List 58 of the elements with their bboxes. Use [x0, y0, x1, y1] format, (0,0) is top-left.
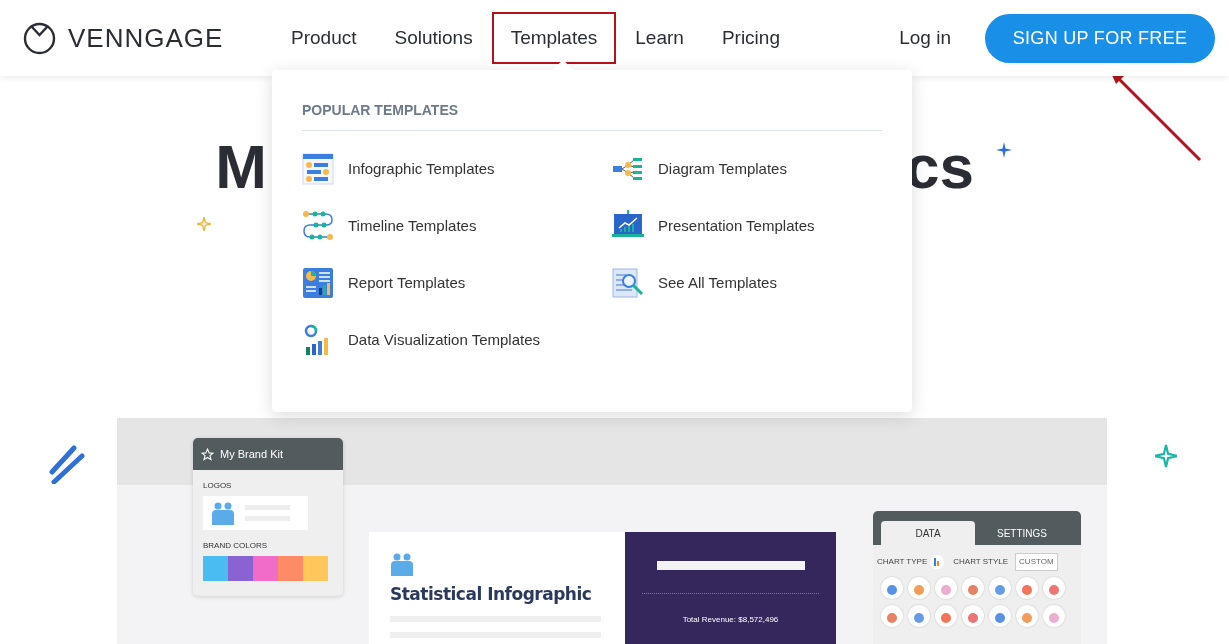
- search-icon: [612, 267, 644, 299]
- color-swatch[interactable]: [228, 556, 253, 581]
- custom-button[interactable]: CUSTOM: [1015, 553, 1058, 571]
- menu-heading: POPULAR TEMPLATES: [302, 100, 882, 131]
- menu-item[interactable]: Presentation Templates: [612, 210, 882, 242]
- nav-link[interactable]: Product: [272, 11, 376, 65]
- panel-title: My Brand Kit: [220, 446, 283, 462]
- document-title: Statistical Infographic: [389, 583, 593, 606]
- chart-style-icon[interactable]: [962, 577, 984, 599]
- menu-item[interactable]: Timeline Templates: [302, 210, 612, 242]
- star-icon: [201, 447, 214, 461]
- chart-style-icon[interactable]: [935, 605, 957, 627]
- menu-item[interactable]: Diagram Templates: [612, 153, 882, 185]
- color-swatch[interactable]: [278, 556, 303, 581]
- color-swatch[interactable]: [203, 556, 228, 581]
- sparkle-icon: [197, 217, 211, 231]
- menu-item[interactable]: Data Visualization Templates: [302, 324, 612, 356]
- revenue-text: Total Revenue: $8,572,496: [681, 614, 780, 626]
- stroke-lines-icon: [48, 442, 86, 484]
- chart-style-icon[interactable]: [1016, 605, 1038, 627]
- hero-title: M: [215, 136, 267, 198]
- logo-icon[interactable]: [23, 21, 56, 55]
- report-icon: [302, 267, 334, 299]
- chart-style-icon[interactable]: [989, 605, 1011, 627]
- chart-style-icon[interactable]: [881, 577, 903, 599]
- chart-style-icon[interactable]: [962, 605, 984, 627]
- people-icon: [211, 501, 235, 525]
- section-label: LOGOS: [202, 480, 233, 492]
- nav-link[interactable]: Solutions: [375, 11, 492, 65]
- menu-item[interactable]: Report Templates: [302, 267, 612, 299]
- chart-style-icon[interactable]: [1043, 577, 1065, 599]
- panel-tab[interactable]: SETTINGS: [975, 521, 1069, 545]
- sparkle-icon: [1155, 444, 1177, 468]
- chart-style-icon[interactable]: [908, 577, 930, 599]
- panel-tab[interactable]: DATA: [881, 521, 975, 545]
- nav-link[interactable]: Templates: [491, 11, 617, 65]
- chart-style-icon[interactable]: [935, 577, 957, 599]
- logo-text[interactable]: VENNGAGE: [68, 18, 224, 58]
- color-swatch[interactable]: [253, 556, 278, 581]
- chart-style-icon[interactable]: [881, 605, 903, 627]
- nav-link[interactable]: Learn: [616, 11, 703, 65]
- menu-item[interactable]: Infographic Templates: [302, 153, 612, 185]
- sparkle-icon: [996, 142, 1012, 158]
- nav-link[interactable]: Pricing: [702, 11, 799, 65]
- login-link[interactable]: Log in: [893, 22, 957, 54]
- bar-chart-icon[interactable]: [930, 555, 945, 569]
- people-icon: [390, 552, 414, 576]
- color-swatch[interactable]: [303, 556, 328, 581]
- menu-item[interactable]: See All Templates: [612, 267, 882, 299]
- chart-style-icon[interactable]: [1043, 605, 1065, 627]
- chart-style-icon[interactable]: [1016, 577, 1038, 599]
- chart-style-icon[interactable]: [908, 605, 930, 627]
- chart-type-label: CHART TYPE: [877, 556, 928, 568]
- timeline-icon: [302, 210, 334, 242]
- infographic-icon: [302, 153, 334, 185]
- section-label: BRAND COLORS: [202, 540, 268, 552]
- chart-style-label: CHART STYLE: [953, 556, 1009, 568]
- chart-style-icon[interactable]: [989, 577, 1011, 599]
